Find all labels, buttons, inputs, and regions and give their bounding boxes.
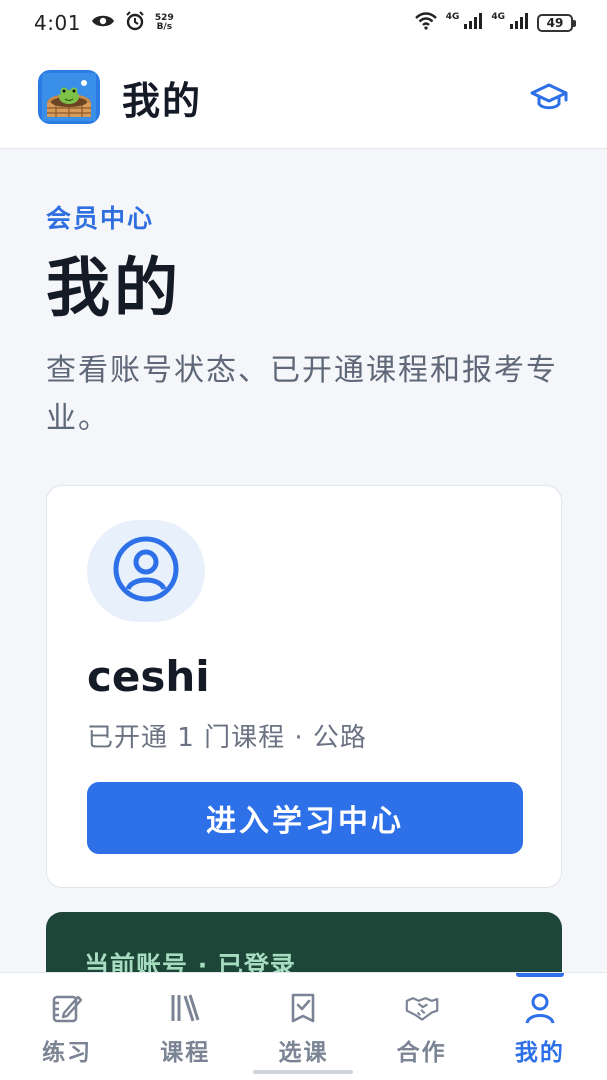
page-description: 查看账号状态、已开通课程和报考专业。 xyxy=(46,353,558,436)
signal-icon xyxy=(463,12,483,34)
nav-label-cooperation: 合作 xyxy=(396,1040,447,1066)
nav-label-mine: 我的 xyxy=(514,1040,565,1066)
net-speed-unit: B/s xyxy=(156,22,173,32)
nav-item-cooperation[interactable]: 合作 xyxy=(367,973,477,1080)
nav-label-course-selection: 选课 xyxy=(278,1040,329,1066)
network-type-2: 4G xyxy=(491,12,505,22)
nav-label-practice: 练习 xyxy=(42,1040,93,1066)
handshake-icon xyxy=(405,991,439,1025)
enter-learning-center-button[interactable]: 进入学习中心 xyxy=(87,782,523,854)
edit-note-icon xyxy=(50,991,84,1025)
profile-card: ceshi 已开通 1 门课程 · 公路 进入学习中心 xyxy=(46,485,562,888)
nav-item-courses[interactable]: 课程 xyxy=(130,973,240,1080)
main-content: 会员中心 我的 查看账号状态、已开通课程和报考专业。 ceshi 已开通 1 门… xyxy=(46,149,562,1032)
app-title: 我的 xyxy=(122,78,203,123)
page-title: 我的 xyxy=(46,252,182,326)
status-time: 4:01 xyxy=(34,11,81,35)
course-info: 已开通 1 门课程 · 公路 xyxy=(87,723,367,753)
avatar xyxy=(87,520,205,622)
active-tab-indicator xyxy=(515,973,564,977)
person-icon xyxy=(523,991,557,1025)
user-circle-icon xyxy=(110,533,182,609)
net-speed: 529 B/s xyxy=(155,14,174,32)
signal-icon xyxy=(509,12,529,34)
network-type-1: 4G xyxy=(445,12,460,22)
username: ceshi xyxy=(87,652,210,701)
eye-icon xyxy=(91,12,115,34)
graduation-cap-icon[interactable] xyxy=(529,77,569,117)
app-header: 我的 xyxy=(0,46,607,149)
status-bar-right: 4G 4G 49 xyxy=(414,11,576,35)
wifi-icon xyxy=(414,11,438,35)
gesture-bar[interactable] xyxy=(253,1070,353,1074)
frog-in-well-logo xyxy=(38,70,100,124)
books-icon xyxy=(168,991,202,1025)
checklist-icon xyxy=(286,991,320,1025)
bottom-nav: 练习 课程 选课 合作 我的 xyxy=(0,972,607,1080)
nav-item-course-selection[interactable]: 选课 xyxy=(248,973,358,1080)
alarm-icon xyxy=(125,10,145,36)
nav-item-mine[interactable]: 我的 xyxy=(485,973,595,1080)
status-bar-left: 4:01 529 B/s xyxy=(34,10,174,36)
status-bar: 4:01 529 B/s 4G 4G 49 xyxy=(0,0,607,46)
nav-item-practice[interactable]: 练习 xyxy=(12,973,122,1080)
section-eyebrow: 会员中心 xyxy=(46,204,155,233)
nav-label-courses: 课程 xyxy=(160,1040,211,1066)
battery-indicator: 49 xyxy=(537,14,576,32)
